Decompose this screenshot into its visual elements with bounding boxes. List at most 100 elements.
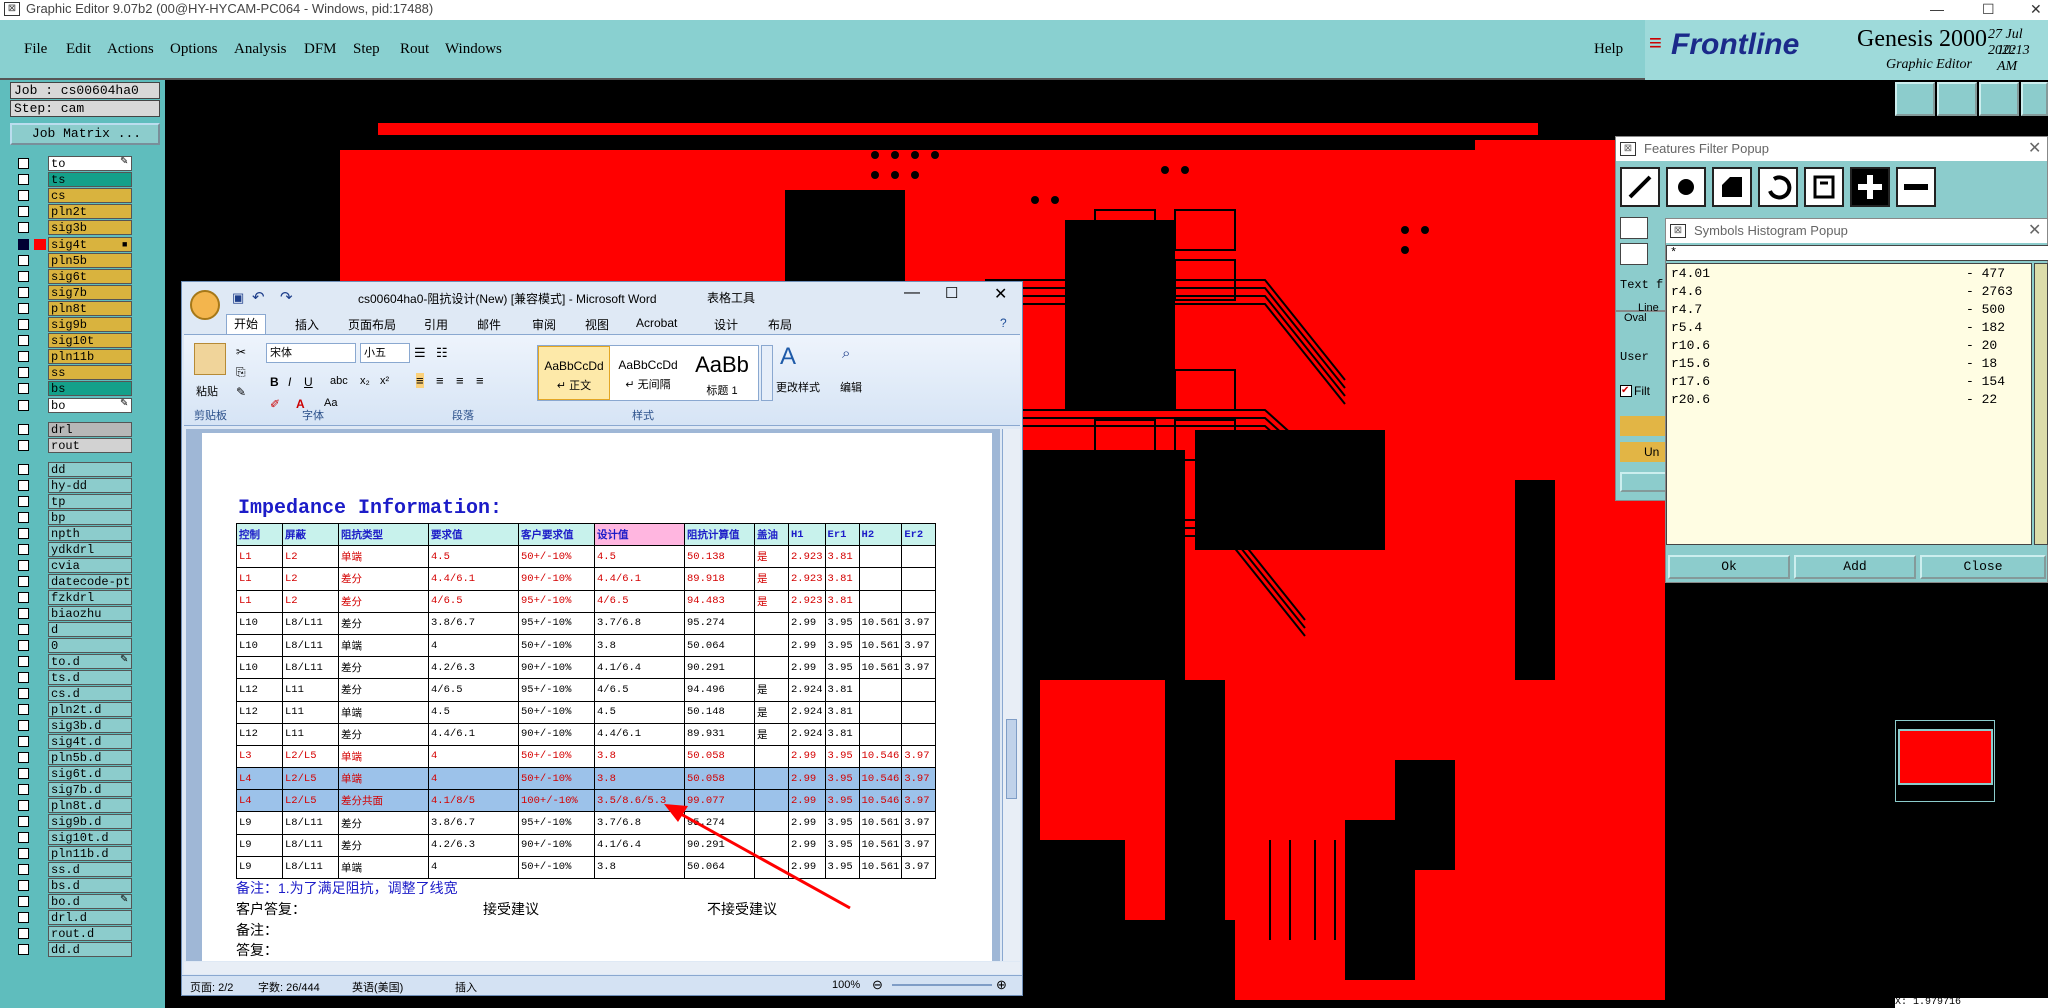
table-cell[interactable]: 3.97 (901, 744, 937, 769)
layer-row-dd.d[interactable]: dd.d (14, 941, 132, 957)
table-cell[interactable]: 3.8/6.7 (428, 811, 519, 835)
edit-label[interactable]: 编辑 (840, 379, 862, 395)
strikethrough-icon[interactable]: abc (330, 375, 348, 387)
table-cell[interactable]: L2 (282, 545, 339, 569)
minimize-icon[interactable]: — (1930, 0, 1944, 18)
zoom-out-icon[interactable]: ⊖ (872, 977, 883, 993)
layer-row-drl.d[interactable]: drl.d (14, 909, 132, 925)
table-cell[interactable]: 4 (428, 767, 519, 791)
layer-row-hy-dd[interactable]: hy-dd (14, 477, 132, 493)
layer-row-cs[interactable]: cs (14, 188, 132, 204)
arc-tool-icon[interactable] (1758, 167, 1798, 207)
table-row[interactable]: L1 L2 差分 4.4/6.1 90+/-10% 4.4/6.1 89.918 是 2.923… (236, 567, 937, 591)
symbol-row[interactable]: r4.01 - 477 (1671, 266, 2021, 284)
table-header-cell[interactable]: 盖油 (754, 522, 789, 547)
layer-name[interactable]: ss (48, 365, 132, 381)
layer-checkbox[interactable] (18, 302, 29, 314)
symbol-row[interactable]: r15.6 - 18 (1671, 356, 2021, 374)
layer-checkbox[interactable] (18, 671, 29, 683)
layer-checkbox[interactable] (18, 543, 29, 555)
minus-icon[interactable] (1896, 167, 1936, 207)
table-cell[interactable]: 差分 (338, 589, 429, 613)
layer-name[interactable]: sig10t.d (48, 829, 132, 845)
table-cell[interactable]: 4/6.5 (428, 678, 519, 702)
layer-row-ss[interactable]: ss (14, 365, 132, 381)
layer-name[interactable]: rout.d (48, 925, 132, 941)
table-cell[interactable]: 单端 (338, 633, 429, 658)
arrow-button-2[interactable] (1620, 243, 1648, 265)
table-header-cell[interactable]: Er2 (901, 522, 937, 547)
table-cell[interactable] (858, 567, 903, 591)
table-cell[interactable]: L8/L11 (282, 656, 339, 680)
style-item[interactable]: AaBbCcDd ↵ 正文 (538, 346, 610, 400)
zoom-in-icon[interactable]: ⊕ (996, 977, 1007, 993)
layer-checkbox[interactable] (18, 479, 29, 491)
menu-help[interactable]: Help (1594, 41, 1623, 58)
filter-bar-1[interactable] (1620, 416, 1668, 436)
layer-checkbox[interactable] (18, 511, 29, 523)
layer-checkbox[interactable] (18, 895, 29, 907)
table-row[interactable]: L1 L2 单端 4.5 50+/-10% 4.5 50.138 是 2.923 3.81 (236, 545, 937, 569)
layer-name[interactable]: sig9b.d (48, 813, 132, 829)
symbol-list[interactable]: r4.01 - 477 r4.6 - 2763 r4.7 - 500 r5.4 - 182 r1… (1666, 263, 2032, 545)
layer-row-sig9b[interactable]: sig9b (14, 317, 132, 332)
table-cell[interactable]: 3.97 (901, 833, 937, 857)
redo-icon[interactable]: ↷ (280, 288, 293, 306)
table-cell[interactable]: L4 (236, 789, 283, 813)
table-cell[interactable] (754, 744, 789, 769)
table-cell[interactable]: 2.923 (788, 567, 826, 591)
table-cell[interactable]: 4.4/6.1 (594, 722, 685, 746)
table-cell[interactable] (754, 633, 789, 658)
layer-checkbox[interactable] (18, 495, 29, 507)
layer-row-sig3b.d[interactable]: sig3b.d (14, 717, 132, 733)
layer-name[interactable]: cs (48, 188, 132, 204)
layer-row-sig10t.d[interactable]: sig10t.d (14, 829, 132, 845)
zoom-level[interactable]: 100% (832, 979, 860, 991)
symbol-row[interactable]: r10.6 - 20 (1671, 338, 2021, 356)
table-cell[interactable]: 50+/-10% (518, 744, 595, 769)
status-language[interactable]: 英语(美国) (352, 979, 403, 995)
layer-row-sig7b.d[interactable]: sig7b.d (14, 781, 132, 797)
tab-review[interactable]: 审阅 (532, 316, 556, 333)
scrollbar-thumb[interactable] (1006, 719, 1017, 799)
layer-row-bs[interactable]: bs (14, 381, 132, 397)
job-matrix-button[interactable]: Job Matrix ... (10, 123, 160, 145)
superscript-icon[interactable]: x² (380, 375, 389, 387)
layer-name[interactable]: biaozhu (48, 605, 132, 621)
change-case-icon[interactable]: Aa (324, 397, 337, 409)
status-insert[interactable]: 插入 (455, 979, 477, 995)
layer-row-sig10t[interactable]: sig10t (14, 333, 132, 349)
ok-button[interactable]: Ok (1668, 555, 1790, 579)
layer-row-sig9b.d[interactable]: sig9b.d (14, 813, 132, 829)
layer-name[interactable]: ts (48, 172, 132, 188)
table-cell[interactable]: L4 (236, 767, 283, 791)
table-cell[interactable]: 是 (754, 700, 789, 724)
align-right-icon[interactable]: ≡ (456, 373, 464, 388)
layer-checkbox[interactable] (18, 463, 29, 475)
table-cell[interactable]: 90.291 (684, 656, 755, 680)
table-cell[interactable]: 10.561 (858, 811, 903, 835)
layer-name[interactable]: sig6t (48, 268, 132, 284)
table-cell[interactable] (858, 722, 903, 746)
table-cell[interactable]: L8/L11 (282, 833, 339, 857)
menu-rout[interactable]: Rout (400, 41, 429, 58)
tab-acrobat[interactable]: Acrobat (636, 316, 677, 330)
paste-icon[interactable] (194, 343, 226, 375)
styles-gallery[interactable]: AaBbCcDd ↵ 正文 AaBbCcDd ↵ 无间隔 AaBb 标题 1 (537, 345, 759, 401)
table-cell[interactable]: L8/L11 (282, 855, 339, 880)
table-cell[interactable]: L10 (236, 611, 283, 635)
table-cell[interactable]: 4.5 (594, 700, 685, 724)
table-cell[interactable]: L9 (236, 855, 283, 880)
table-header-cell[interactable]: 设计值 (594, 522, 685, 547)
table-cell[interactable]: 4.4/6.1 (594, 567, 685, 591)
table-cell[interactable]: 3.81 (824, 700, 860, 724)
table-cell[interactable]: L11 (282, 700, 339, 724)
layer-row-biaozhu[interactable]: biaozhu (14, 605, 132, 621)
layer-row-sig3b[interactable]: sig3b (14, 220, 132, 236)
table-cell[interactable]: 2.99 (788, 633, 826, 658)
layer-name[interactable]: sig9b (48, 317, 132, 332)
layer-checkbox[interactable] (18, 158, 29, 169)
status-words[interactable]: 字数: 26/444 (258, 979, 320, 995)
bullets-icon[interactable]: ☰ (414, 345, 426, 361)
underline-icon[interactable]: U (304, 375, 313, 389)
